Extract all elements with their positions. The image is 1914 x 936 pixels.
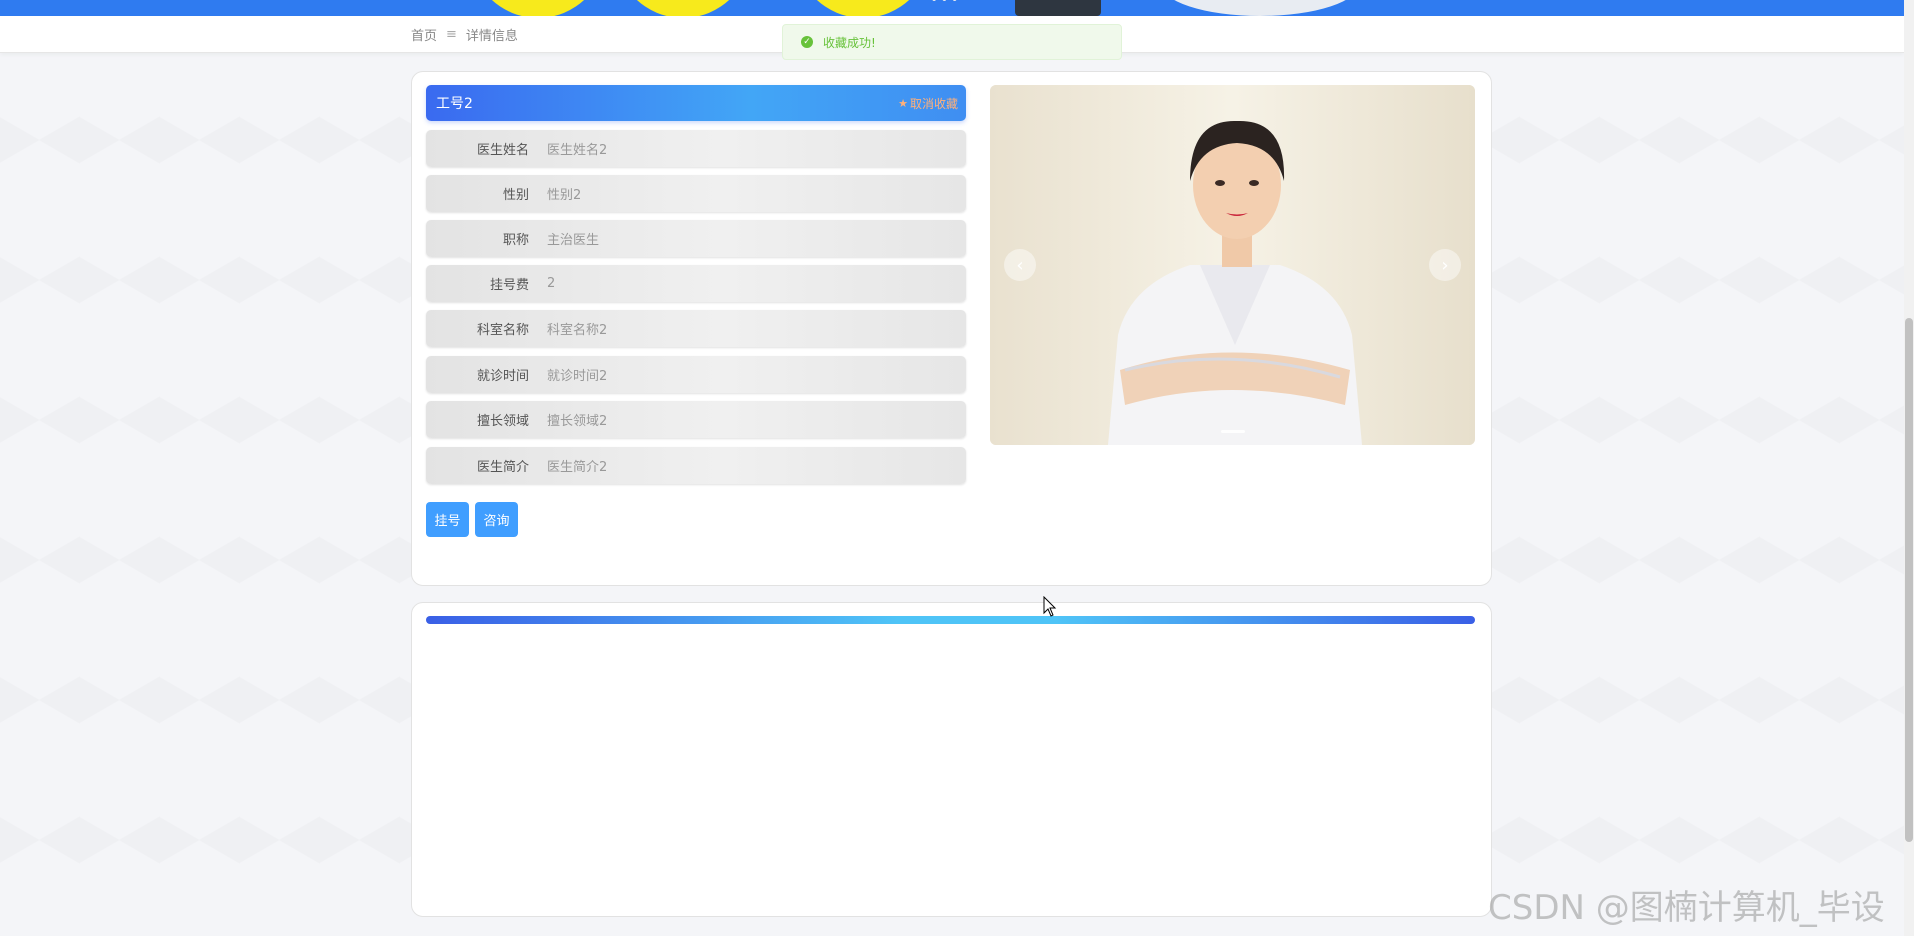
breadcrumb-home[interactable]: 首页 — [411, 25, 437, 44]
field-specialty: 擅长领域 擅长领域2 — [426, 401, 966, 438]
watermark: CSDN @图楠计算机_毕设 — [1488, 888, 1885, 928]
field-value: 主治医生 — [547, 233, 600, 248]
carousel-indicators — [990, 430, 1475, 433]
field-label: 就诊时间 — [476, 369, 529, 384]
field-label: 医生简介 — [476, 460, 529, 475]
detail-content-card — [411, 602, 1492, 917]
field-label: 挂号费 — [489, 278, 529, 293]
field-visit-time: 就诊时间 就诊时间2 — [426, 356, 966, 393]
field-introduction: 医生简介 医生简介2 — [426, 447, 966, 484]
field-gender: 性别 性别2 — [426, 175, 966, 212]
breadcrumb: 首页 ≡ 详情信息 — [411, 25, 518, 44]
field-registration-fee: 挂号费 2 — [426, 265, 966, 302]
doctor-detail-card: 工号2 ★ 取消收藏 医生姓名 医生姓名2 性别 性别2 职称 主治医生 挂号费… — [411, 71, 1492, 586]
consult-button[interactable]: 咨询 — [475, 502, 518, 537]
breadcrumb-separator: ≡ — [446, 27, 457, 42]
doctor-photo — [990, 85, 1475, 445]
unfavorite-label: 取消收藏 — [909, 96, 958, 111]
top-banner: ••• — [0, 0, 1904, 16]
register-button[interactable]: 挂号 — [426, 502, 469, 537]
toast-message: 收藏成功! — [823, 35, 876, 50]
star-icon: ★ — [898, 96, 908, 110]
field-label: 医生姓名 — [476, 143, 529, 158]
field-value: 科室名称2 — [547, 323, 608, 338]
banner-decoration — [470, 0, 606, 16]
field-label: 擅长领域 — [476, 414, 529, 429]
unfavorite-button[interactable]: ★ 取消收藏 — [898, 95, 958, 112]
field-label: 科室名称 — [476, 323, 529, 338]
mouse-cursor-icon — [1043, 596, 1057, 617]
success-toast: ✓ 收藏成功! — [782, 24, 1122, 60]
field-value: 医生姓名2 — [547, 143, 608, 158]
field-value: 2 — [547, 276, 556, 291]
content-divider-bar — [426, 616, 1475, 624]
banner-decoration — [615, 0, 751, 16]
check-circle-icon: ✓ — [801, 36, 813, 48]
detail-title-bar: 工号2 ★ 取消收藏 — [426, 85, 966, 121]
carousel-prev-button[interactable]: ‹ — [1004, 249, 1036, 281]
field-title: 职称 主治医生 — [426, 220, 966, 257]
scrollbar[interactable] — [1904, 0, 1914, 936]
breadcrumb-current: 详情信息 — [465, 29, 518, 44]
carousel-next-button[interactable]: › — [1429, 249, 1461, 281]
field-label: 职称 — [502, 233, 529, 248]
banner-decoration: ••• — [930, 0, 961, 8]
carousel-indicator[interactable] — [1220, 430, 1245, 433]
banner-decoration — [1160, 0, 1360, 16]
field-value: 性别2 — [547, 188, 582, 203]
field-department: 科室名称 科室名称2 — [426, 310, 966, 347]
field-label: 性别 — [502, 188, 529, 203]
scrollbar-thumb[interactable] — [1905, 318, 1913, 842]
field-doctor-name: 医生姓名 医生姓名2 — [426, 130, 966, 167]
field-value: 就诊时间2 — [547, 369, 608, 384]
field-value: 擅长领域2 — [547, 414, 608, 429]
banner-decoration — [1015, 0, 1101, 16]
banner-decoration — [795, 0, 931, 16]
field-value: 医生简介2 — [547, 460, 608, 475]
doctor-photo-carousel[interactable]: ‹ › — [990, 85, 1475, 445]
detail-title: 工号2 — [436, 96, 473, 112]
